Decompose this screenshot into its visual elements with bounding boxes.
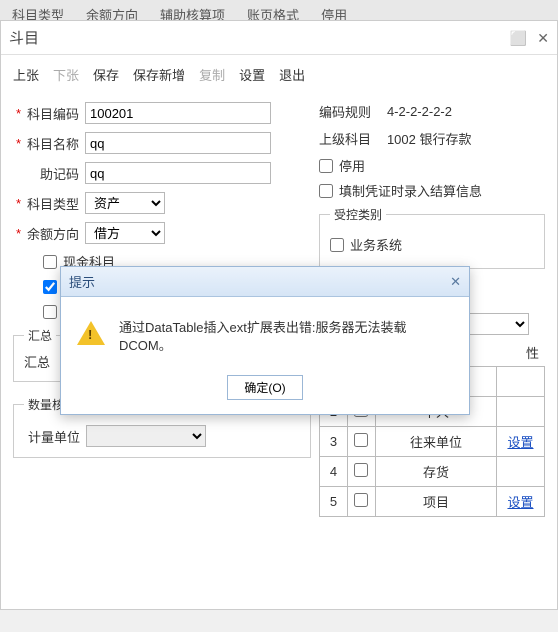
receive-legend: 受控类别 [330, 206, 386, 223]
exit-button[interactable]: 退出 [279, 65, 305, 84]
dialog-title: 提示 [69, 272, 95, 291]
rule-label: 编码规则 [319, 102, 379, 121]
close-icon[interactable]: ✕ [537, 31, 549, 45]
table-row: 5 项目设置 [319, 487, 544, 517]
code-input[interactable] [85, 102, 271, 124]
table-row: 3 往来单位设置 [319, 427, 544, 457]
toolbar: 上张 下张 保存 保存新增 复制 设置 退出 [1, 55, 557, 94]
row-set: 设置 [497, 487, 545, 517]
row-set [497, 367, 545, 397]
row-name: 项目 [375, 487, 496, 517]
balance-label: 余额方向 [23, 224, 79, 243]
mnemonic-input[interactable] [85, 162, 271, 184]
next-button: 下张 [53, 65, 79, 84]
code-label: 科目编码 [23, 104, 79, 123]
check-3[interactable] [43, 305, 57, 319]
disable-label: 停用 [339, 156, 365, 175]
set-link[interactable]: 设置 [507, 435, 533, 450]
row-name: 往来单位 [375, 427, 496, 457]
dialog-close-icon[interactable]: ✕ [450, 274, 461, 290]
summary-label: 汇总 [24, 352, 64, 371]
row-check[interactable] [354, 493, 368, 507]
parent-value: 1002 银行存款 [387, 129, 472, 148]
mnemonic-label: 助记码 [23, 164, 79, 183]
window-title: 斗目 [9, 27, 39, 48]
settings-button[interactable]: 设置 [239, 65, 265, 84]
row-check-cell [347, 457, 375, 487]
prev-button[interactable]: 上张 [13, 65, 39, 84]
name-label: 科目名称 [23, 134, 79, 153]
table-row: 4 存货 [319, 457, 544, 487]
titlebar: 斗目 ⬜ ✕ [1, 21, 557, 55]
required-mark: * [13, 196, 21, 211]
name-input[interactable] [85, 132, 271, 154]
disable-check[interactable] [319, 159, 333, 173]
biz-system-check[interactable] [330, 238, 344, 252]
row-check[interactable] [354, 463, 368, 477]
receive-group: 受控类别 业务系统 [319, 206, 545, 269]
row-check-cell [347, 427, 375, 457]
voucher-label: 填制凭证时录入结算信息 [339, 181, 482, 200]
row-check[interactable] [354, 433, 368, 447]
row-name: 存货 [375, 457, 496, 487]
required-mark: * [13, 136, 21, 151]
copy-button: 复制 [199, 65, 225, 84]
row-set: 设置 [497, 427, 545, 457]
row-set [497, 457, 545, 487]
type-label: 科目类型 [23, 194, 79, 213]
balance-select[interactable]: 借方 [85, 222, 165, 244]
save-button[interactable]: 保存 [93, 65, 119, 84]
required-mark: * [13, 226, 21, 241]
rule-value: 4-2-2-2-2-2 [387, 104, 452, 119]
row-set [497, 397, 545, 427]
row-num: 4 [319, 457, 347, 487]
warning-icon [77, 321, 105, 345]
unit-label: 计量单位 [24, 427, 80, 446]
dialog-message: 通过DataTable插入ext扩展表出错:服务器无法装载 DCOM。 [119, 319, 453, 355]
parent-label: 上级科目 [319, 129, 379, 148]
dialog-ok-button[interactable]: 确定(O) [227, 375, 302, 400]
row-num: 3 [319, 427, 347, 457]
alert-dialog: 提示 ✕ 通过DataTable插入ext扩展表出错:服务器无法装载 DCOM。… [60, 266, 470, 415]
summary-legend: 汇总 [24, 327, 56, 344]
set-link[interactable]: 设置 [507, 495, 533, 510]
row-num: 5 [319, 487, 347, 517]
cash-check[interactable] [43, 255, 57, 269]
type-select[interactable]: 资产 [85, 192, 165, 214]
biz-system-label: 业务系统 [350, 235, 402, 254]
check-2[interactable] [43, 280, 57, 294]
required-mark: * [13, 106, 21, 121]
maximize-icon[interactable]: ⬜ [510, 31, 527, 45]
voucher-check[interactable] [319, 184, 333, 198]
row-check-cell [347, 487, 375, 517]
unit-select[interactable] [86, 425, 206, 447]
save-new-button[interactable]: 保存新增 [133, 65, 185, 84]
